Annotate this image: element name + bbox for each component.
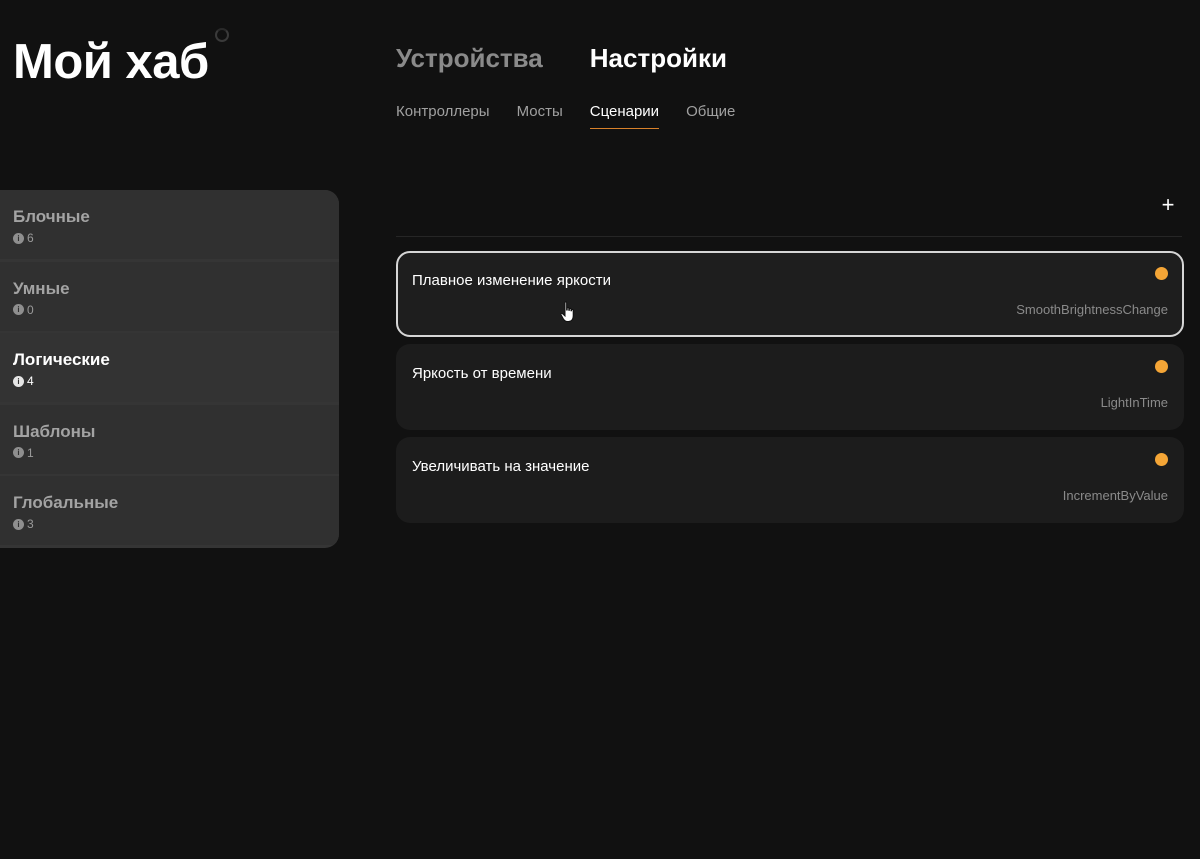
sub-tabs: Контроллеры Мосты Сценарии Общие (396, 103, 735, 129)
info-icon: i (13, 518, 24, 530)
category-count: i 0 (13, 303, 326, 317)
add-scenario-button[interactable]: + (1158, 193, 1178, 217)
scenario-title: Плавное изменение яркости (412, 272, 611, 289)
status-dot-icon (1155, 267, 1168, 280)
category-count: i 1 (13, 446, 326, 460)
spinner-icon (215, 28, 229, 42)
app-title: Мой хаб (13, 35, 209, 89)
subtab-general[interactable]: Общие (686, 103, 735, 129)
category-count-value: 0 (27, 302, 34, 317)
divider (396, 236, 1182, 237)
category-label: Глобальные (13, 493, 119, 512)
scenario-card-smooth-brightness[interactable]: Плавное изменение яркости SmoothBrightne… (396, 251, 1184, 337)
app-window: Мой хаб Устройства Настройки Контроллеры… (0, 0, 1200, 859)
tab-devices[interactable]: Устройства (396, 43, 543, 74)
info-icon: i (13, 375, 24, 387)
category-item-templates[interactable]: Шаблоны i 1 (0, 404, 339, 474)
category-item-block[interactable]: Блочные i 6 (0, 190, 339, 259)
main-tabs: Устройства Настройки (396, 43, 727, 74)
scenario-title: Яркость от времени (412, 365, 552, 382)
info-icon: i (13, 304, 24, 315)
category-item-smart[interactable]: Умные i 0 (0, 261, 339, 331)
scenario-id: IncrementByValue (1062, 488, 1168, 503)
category-count-value: 3 (27, 517, 34, 531)
subtab-bridges[interactable]: Мосты (517, 103, 563, 129)
scenario-title: Увеличивать на значение (412, 458, 590, 475)
hand-pointer-icon (560, 301, 574, 322)
scenario-id: SmoothBrightnessChange (1016, 302, 1168, 317)
category-count: i 3 (13, 517, 326, 531)
subtab-controllers[interactable]: Контроллеры (396, 103, 490, 129)
info-icon: i (13, 232, 24, 244)
scenario-list: Плавное изменение яркости SmoothBrightne… (396, 251, 1184, 530)
status-dot-icon (1155, 360, 1168, 373)
category-count-value: 4 (27, 374, 34, 388)
category-count-value: 1 (27, 445, 34, 460)
scenario-id: LightInTime (1100, 395, 1168, 410)
category-count: i 4 (13, 374, 326, 388)
tab-settings[interactable]: Настройки (590, 43, 727, 74)
category-item-logical[interactable]: Логические i 4 (0, 333, 339, 402)
category-count: i 6 (13, 231, 326, 245)
subtab-scenarios[interactable]: Сценарии (589, 103, 660, 129)
category-label: Шаблоны (13, 421, 96, 441)
category-item-global[interactable]: Глобальные i 3 (0, 476, 339, 545)
info-icon: i (13, 447, 24, 458)
scenario-card-increment-by-value[interactable]: Увеличивать на значение IncrementByValue (396, 437, 1184, 523)
category-count-value: 6 (27, 231, 34, 245)
scenario-card-light-in-time[interactable]: Яркость от времени LightInTime (396, 344, 1184, 430)
category-label: Блочные (13, 207, 90, 226)
category-label: Умные (13, 278, 70, 298)
category-panel: Блочные i 6 Умные i 0 Логические i 4 Шаб… (0, 190, 339, 548)
category-label: Логические (13, 350, 110, 369)
status-dot-icon (1155, 453, 1168, 466)
